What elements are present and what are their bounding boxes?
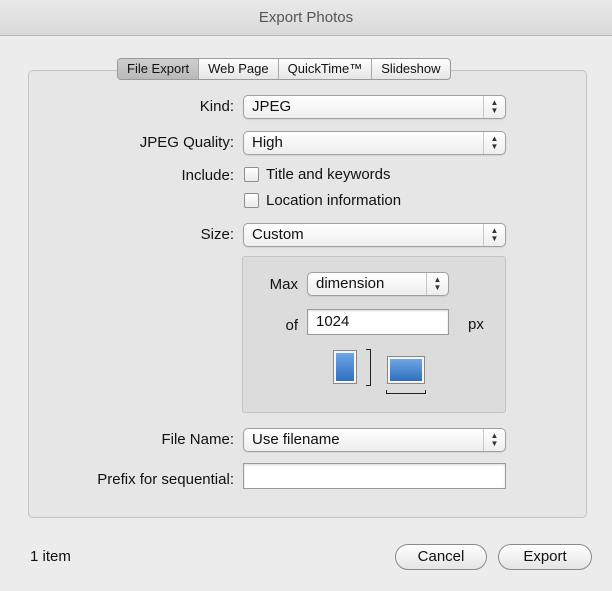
width-bracket-icon: [386, 390, 426, 394]
include-label: Include:: [181, 167, 234, 184]
max-dimension-popup[interactable]: dimension ▲ ▼: [307, 272, 449, 296]
size-value: Custom: [252, 226, 304, 243]
up-down-arrows-icon: ▲ ▼: [483, 132, 505, 154]
title-keywords-checkbox[interactable]: [244, 167, 259, 182]
size-label: Size:: [200, 226, 234, 243]
up-down-arrows-icon: ▲ ▼: [483, 224, 505, 246]
prefix-label: Prefix for sequential:: [97, 471, 234, 488]
landscape-orientation-icon[interactable]: [387, 356, 425, 384]
tab-quicktime[interactable]: QuickTime™: [279, 59, 373, 79]
portrait-orientation-icon[interactable]: [333, 350, 357, 384]
file-name-popup[interactable]: Use filename ▲ ▼: [243, 428, 506, 452]
include-title-row[interactable]: Title and keywords: [244, 166, 391, 183]
size-popup[interactable]: Custom ▲ ▼: [243, 223, 506, 247]
height-bracket-icon: [366, 349, 371, 386]
file-name-value: Use filename: [252, 431, 340, 448]
file-name-label: File Name:: [161, 431, 234, 448]
up-down-arrows-icon: ▲ ▼: [483, 429, 505, 451]
prefix-input[interactable]: [243, 463, 506, 489]
up-down-arrows-icon: ▲ ▼: [483, 96, 505, 118]
of-label: of: [285, 317, 298, 334]
location-info-label: Location information: [266, 192, 402, 209]
kind-popup[interactable]: JPEG ▲ ▼: [243, 95, 506, 119]
window-title: Export Photos: [0, 0, 612, 36]
tab-file-export[interactable]: File Export: [118, 59, 200, 79]
kind-label: Kind:: [199, 98, 234, 115]
export-button[interactable]: Export: [498, 544, 592, 570]
max-label: Max: [269, 276, 298, 293]
up-down-arrows-icon: ▲ ▼: [426, 273, 448, 295]
tab-slideshow[interactable]: Slideshow: [372, 59, 449, 79]
jpeg-quality-label: JPEG Quality:: [139, 134, 234, 151]
kind-value: JPEG: [252, 98, 292, 115]
include-location-row[interactable]: Location information: [244, 192, 401, 209]
px-unit-label: px: [468, 316, 484, 333]
dimension-input[interactable]: 1024: [307, 309, 449, 335]
location-info-checkbox[interactable]: [244, 193, 259, 208]
jpeg-quality-popup[interactable]: High ▲ ▼: [243, 131, 506, 155]
title-keywords-label: Title and keywords: [266, 166, 391, 183]
max-dimension-value: dimension: [316, 275, 385, 292]
item-count: 1 item: [30, 548, 71, 565]
jpeg-quality-value: High: [252, 134, 283, 151]
tab-bar: File Export Web Page QuickTime™ Slidesho…: [117, 58, 451, 80]
cancel-button[interactable]: Cancel: [395, 544, 487, 570]
tab-web-page[interactable]: Web Page: [199, 59, 279, 79]
